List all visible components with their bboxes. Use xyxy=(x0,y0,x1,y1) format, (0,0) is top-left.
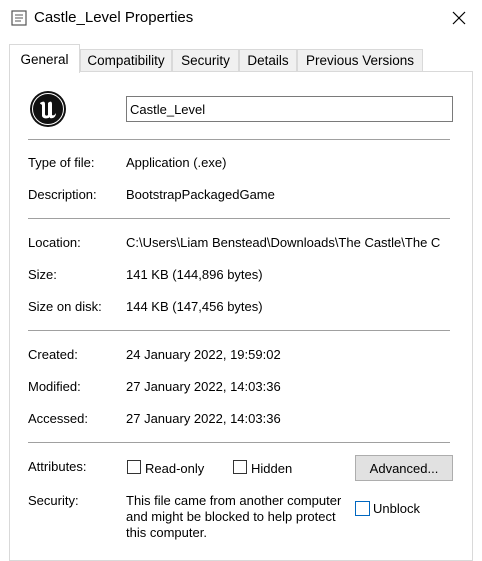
window-title: Castle_Level Properties xyxy=(34,9,194,26)
close-button[interactable] xyxy=(436,0,482,36)
title-bar: Castle_Level Properties xyxy=(0,0,482,36)
accessed-value: 27 January 2022, 14:03:36 xyxy=(126,411,281,426)
separator xyxy=(28,330,450,331)
security-text-line-2: and might be blocked to help protect xyxy=(126,509,336,524)
readonly-label[interactable]: Read-only xyxy=(145,461,204,476)
unreal-engine-icon xyxy=(30,91,66,127)
tab-general[interactable]: General xyxy=(9,44,80,73)
general-panel xyxy=(9,71,473,561)
created-label: Created: xyxy=(28,347,78,362)
type-value: Application (.exe) xyxy=(126,155,227,170)
description-value: BootstrapPackagedGame xyxy=(126,187,275,202)
modified-value: 27 January 2022, 14:03:36 xyxy=(126,379,281,394)
tab-compatibility[interactable]: Compatibility xyxy=(80,49,172,71)
size-label: Size: xyxy=(28,267,57,282)
readonly-checkbox[interactable] xyxy=(127,460,141,474)
separator xyxy=(28,442,450,443)
tab-previous-versions[interactable]: Previous Versions xyxy=(297,49,423,71)
description-label: Description: xyxy=(28,187,97,202)
unblock-label[interactable]: Unblock xyxy=(373,501,420,516)
properties-icon xyxy=(11,10,27,26)
tab-details[interactable]: Details xyxy=(239,49,297,71)
type-label: Type of file: xyxy=(28,155,95,170)
size-on-disk-value: 144 KB (147,456 bytes) xyxy=(126,299,263,314)
close-icon xyxy=(452,11,466,25)
tab-security[interactable]: Security xyxy=(172,49,239,71)
security-text-line-1: This file came from another computer xyxy=(126,493,342,508)
size-on-disk-label: Size on disk: xyxy=(28,299,102,314)
accessed-label: Accessed: xyxy=(28,411,88,426)
created-value: 24 January 2022, 19:59:02 xyxy=(126,347,281,362)
separator xyxy=(28,218,450,219)
security-text-line-3: this computer. xyxy=(126,525,207,540)
location-label: Location: xyxy=(28,235,81,250)
hidden-label[interactable]: Hidden xyxy=(251,461,292,476)
size-value: 141 KB (144,896 bytes) xyxy=(126,267,263,282)
security-label: Security: xyxy=(28,493,79,508)
unblock-checkbox[interactable] xyxy=(355,501,370,516)
file-name-input[interactable] xyxy=(126,96,453,122)
modified-label: Modified: xyxy=(28,379,81,394)
advanced-button[interactable]: Advanced... xyxy=(355,455,453,481)
separator xyxy=(28,139,450,140)
attributes-label: Attributes: xyxy=(28,459,87,474)
location-value[interactable]: C:\Users\Liam Benstead\Downloads\The Cas… xyxy=(126,235,453,250)
hidden-checkbox[interactable] xyxy=(233,460,247,474)
